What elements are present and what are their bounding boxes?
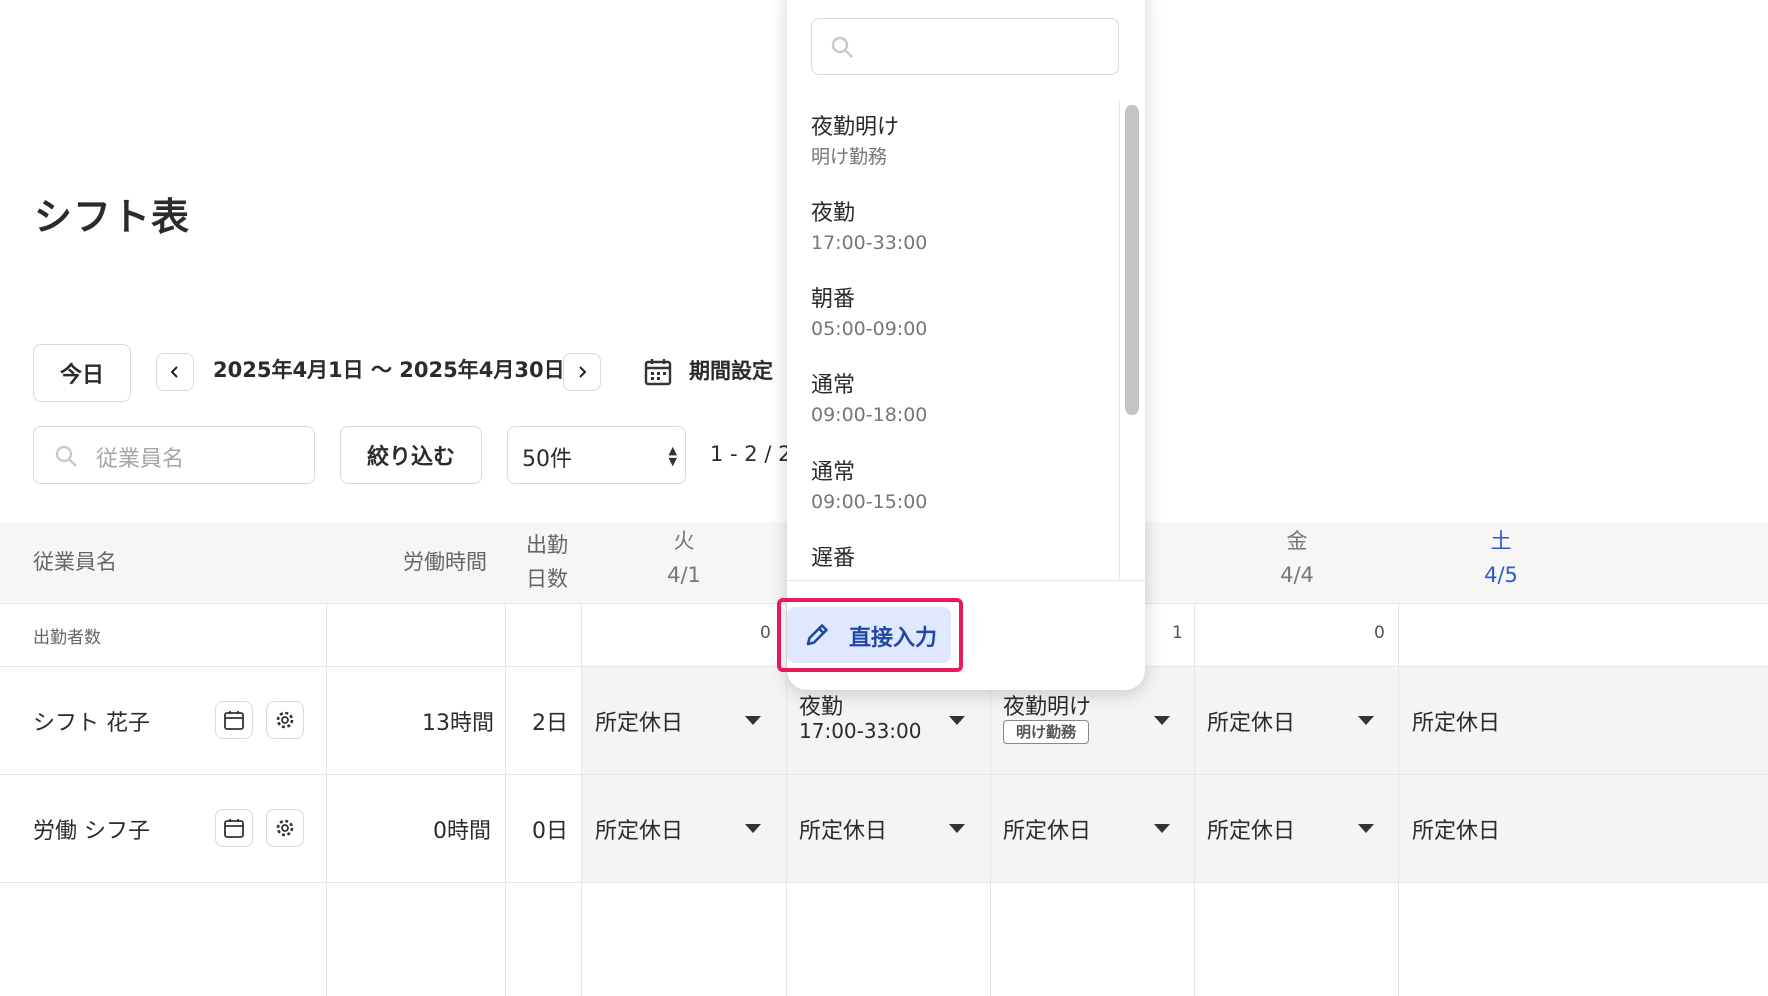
period-setting-button[interactable]: 期間設定 xyxy=(689,356,773,386)
dropdown-caret-icon[interactable] xyxy=(949,716,965,725)
filter-button[interactable]: 絞り込む xyxy=(340,426,482,484)
calendar-icon[interactable] xyxy=(643,357,673,387)
option-detail: 09:00-15:00 xyxy=(811,491,928,513)
shift-select[interactable]: 所定休日 xyxy=(1412,705,1500,737)
date-range: 2025年4月1日 〜 2025年4月30日 xyxy=(213,358,565,382)
employee-calendar-button[interactable] xyxy=(215,809,253,847)
next-period-button[interactable] xyxy=(563,353,601,391)
option-name: 通常 xyxy=(811,373,856,398)
per-page-value: 50件 xyxy=(522,447,572,472)
work-days: 2日 xyxy=(532,711,568,736)
gear-icon xyxy=(276,711,294,729)
option-detail: 09:00-18:00 xyxy=(811,404,928,426)
shift-select[interactable]: 夜勤 xyxy=(799,689,843,721)
employee-settings-button[interactable] xyxy=(266,809,304,847)
day-header-0404: 金 4/4 xyxy=(1195,524,1399,592)
header-hours: 労働時間 xyxy=(403,550,487,574)
chevron-left-icon xyxy=(170,366,178,378)
scrollbar[interactable] xyxy=(1125,105,1139,415)
employee-calendar-button[interactable] xyxy=(215,701,253,739)
shift-select[interactable]: 所定休日 xyxy=(1412,813,1500,845)
scroll-track xyxy=(1119,100,1120,580)
dropdown-caret-icon[interactable] xyxy=(1154,716,1170,725)
dropdown-caret-icon[interactable] xyxy=(1358,824,1374,833)
shift-select[interactable]: 所定休日 xyxy=(1207,705,1295,737)
work-hours: 13時間 xyxy=(422,711,494,736)
date-label: 4/1 xyxy=(667,563,701,587)
per-page-select[interactable]: 50件 ▲ ▼ xyxy=(507,426,686,484)
search-icon xyxy=(831,36,853,58)
date-label: 4/5 xyxy=(1484,563,1518,587)
shift-option[interactable]: 遅番 xyxy=(811,544,855,574)
dropdown-caret-icon[interactable] xyxy=(745,824,761,833)
dropdown-divider xyxy=(787,580,1145,581)
weekday-label: 土 xyxy=(1490,529,1512,553)
weekday-label: 金 xyxy=(1286,529,1308,553)
header-days-line1: 出勤 xyxy=(526,533,568,557)
header-employee: 従業員名 xyxy=(33,550,117,574)
date-label: 4/4 xyxy=(1280,563,1314,587)
chevron-right-icon xyxy=(579,366,587,378)
shift-select[interactable]: 所定休日 xyxy=(799,813,887,845)
option-name: 夜勤明け xyxy=(811,115,900,140)
shift-option[interactable]: 夜勤明け 明け勤務 xyxy=(811,113,899,171)
employee-settings-button[interactable] xyxy=(266,701,304,739)
dropdown-caret-icon[interactable] xyxy=(745,716,761,725)
shift-select[interactable]: 所定休日 xyxy=(1003,813,1091,845)
shift-select[interactable]: 所定休日 xyxy=(595,705,683,737)
calendar-icon xyxy=(224,819,244,838)
shift-select[interactable]: 夜勤明け xyxy=(1003,689,1091,721)
weekday-label: 火 xyxy=(673,529,695,553)
attendance-count: 0 xyxy=(760,623,771,643)
select-arrows-icon: ▲ ▼ xyxy=(668,444,677,468)
work-days: 0日 xyxy=(532,819,568,844)
option-name: 遅番 xyxy=(811,546,856,571)
employee-search-input[interactable]: 従業員名 xyxy=(33,426,315,484)
shift-select[interactable]: 所定休日 xyxy=(595,813,683,845)
option-name: 通常 xyxy=(811,460,856,485)
option-detail: 17:00-33:00 xyxy=(811,232,928,254)
attendance-count: 0 xyxy=(1374,623,1385,643)
calendar-icon xyxy=(224,711,244,730)
shift-dropdown: 夜勤明け 明け勤務 夜勤 17:00-33:00 朝番 05:00-09:00 … xyxy=(777,0,1145,690)
shift-option[interactable]: 通常 09:00-15:00 xyxy=(811,458,927,516)
option-detail: 明け勤務 xyxy=(811,146,888,168)
option-detail: 05:00-09:00 xyxy=(811,318,928,340)
search-placeholder: 従業員名 xyxy=(96,447,185,472)
employee-name: シフト 花子 xyxy=(33,711,150,736)
shift-option[interactable]: 通常 09:00-18:00 xyxy=(811,371,927,429)
header-days-line2: 日数 xyxy=(526,567,568,591)
shift-time: 17:00-33:00 xyxy=(799,719,922,743)
today-button[interactable]: 今日 xyxy=(33,344,131,402)
shift-option[interactable]: 夜勤 17:00-33:00 xyxy=(811,199,927,257)
dropdown-caret-icon[interactable] xyxy=(949,824,965,833)
shift-search-input[interactable] xyxy=(811,18,1119,75)
pencil-icon xyxy=(806,624,828,646)
gear-icon xyxy=(276,819,294,837)
option-name: 朝番 xyxy=(811,287,856,312)
dropdown-caret-icon[interactable] xyxy=(1358,716,1374,725)
search-icon xyxy=(55,445,77,467)
page-title: シフト表 xyxy=(34,195,191,239)
employee-name: 労働 シフ子 xyxy=(33,819,150,844)
attendance-count: 1 xyxy=(1172,623,1183,643)
option-name: 夜勤 xyxy=(811,201,856,226)
dropdown-caret-icon[interactable] xyxy=(1154,824,1170,833)
direct-input-button[interactable]: 直接入力 xyxy=(787,607,951,663)
shift-select[interactable]: 所定休日 xyxy=(1207,813,1295,845)
direct-input-label: 直接入力 xyxy=(849,626,938,651)
attendance-label: 出勤者数 xyxy=(33,628,101,648)
table-row: 労働 シフ子 0時間 0日 所定休日 所定休日 所定休日 所定休日 所定休日 xyxy=(0,775,1768,883)
day-header-0401: 火 4/1 xyxy=(582,524,786,592)
shift-badge: 明け勤務 xyxy=(1003,720,1090,744)
header-days: 出勤 日数 xyxy=(518,528,576,596)
page-count: 1 - 2 / 2 xyxy=(710,442,792,466)
prev-period-button[interactable] xyxy=(156,353,194,391)
day-header-0405: 土 4/5 xyxy=(1399,524,1603,592)
work-hours: 0時間 xyxy=(433,819,491,844)
shift-option[interactable]: 朝番 05:00-09:00 xyxy=(811,285,927,343)
